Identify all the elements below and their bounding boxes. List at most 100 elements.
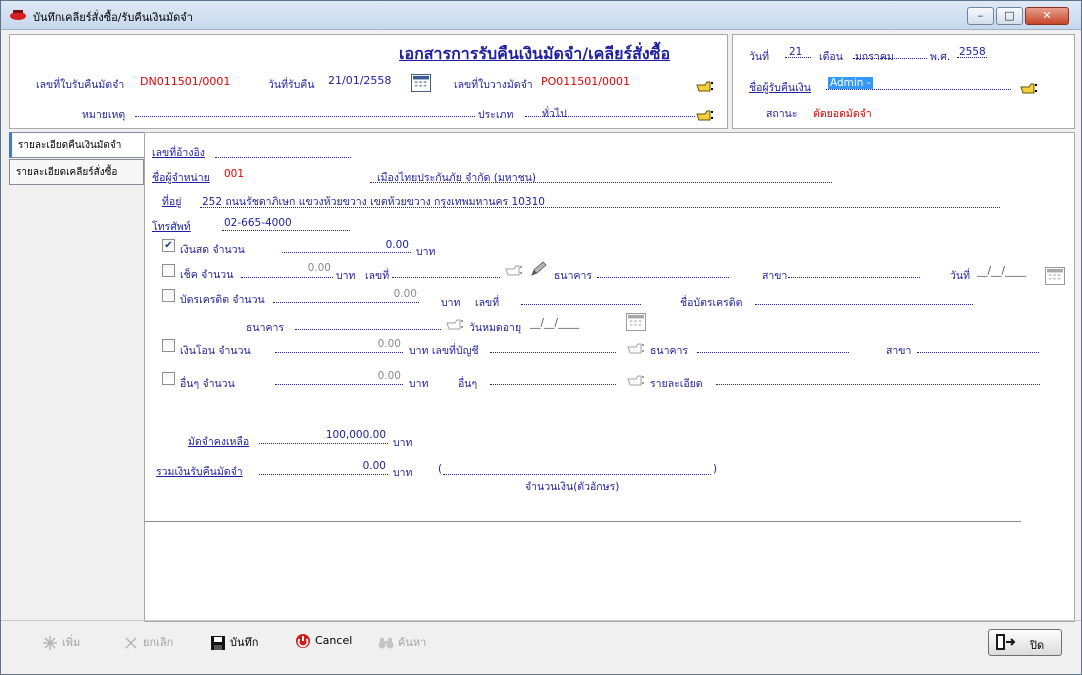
cheque-calendar-icon[interactable]	[1045, 267, 1065, 285]
lookup-cheque-icon[interactable]	[505, 264, 523, 277]
refund-no-label: เลขที่ใบรับคืนมัดจำ	[36, 79, 125, 91]
month-label: เดือน	[819, 51, 843, 63]
day-line	[785, 46, 811, 58]
phone-line	[222, 219, 350, 231]
transfer-branch-field[interactable]	[917, 341, 1039, 353]
cheque-checkbox[interactable]	[162, 264, 175, 277]
reference-no-field[interactable]	[215, 146, 351, 158]
transfer-branch-label: สาขา	[886, 345, 912, 357]
other-amount[interactable]: 0.00	[275, 370, 401, 382]
other-detail-label: รายละเอียด	[650, 378, 703, 390]
title-bar[interactable]: บันทึกเคลียร์สั่งซื้อ/รับคืนเงินมัดจำ – …	[1, 1, 1081, 30]
lookup-other-icon[interactable]	[627, 374, 645, 387]
deposit-no-label: เลขที่ใบวางมัดจำ	[454, 79, 533, 91]
status-value: ตัดยอดมัดจำ	[813, 108, 872, 120]
cash-amount[interactable]: 0.00	[282, 239, 409, 251]
tab-refund-details[interactable]: รายละเอียดคืนเงินมัดจำ	[9, 132, 144, 158]
cheque-bank-field[interactable]	[597, 266, 729, 278]
transfer-checkbox[interactable]	[162, 339, 175, 352]
minimize-button[interactable]: –	[967, 7, 994, 25]
close-window-button[interactable]: ✕	[1025, 7, 1069, 25]
remark-label: หมายเหตุ	[82, 109, 126, 121]
search-button[interactable]: ค้นหา	[378, 633, 426, 655]
cheque-amount[interactable]: 0.00	[241, 262, 331, 274]
card-name-field[interactable]	[755, 293, 973, 305]
other-type-field[interactable]	[490, 373, 616, 385]
vendor-name-line	[370, 171, 832, 183]
exit-door-icon	[996, 634, 1016, 650]
binoculars-icon	[378, 638, 394, 649]
cancel-document-button[interactable]: ยกเลิก	[123, 633, 173, 655]
vendor-code[interactable]: 001	[224, 168, 244, 180]
notes-panel	[144, 522, 1075, 622]
tab-clear-purchase-details[interactable]: รายละเอียดเคลียร์สั่งซื้อ	[9, 159, 144, 185]
credit-card-no-field[interactable]	[521, 293, 641, 305]
cancel-label: Cancel	[315, 634, 353, 647]
credit-bank-field[interactable]	[295, 318, 441, 330]
return-date-value[interactable]: 21/01/2558	[328, 74, 391, 87]
credit-card-label: บัตรเครดิต จำนวน	[180, 294, 265, 306]
transfer-bank-field[interactable]	[697, 341, 849, 353]
refund-no-value: DN011501/0001	[140, 75, 231, 88]
remaining-deposit-value: 100,000.00	[325, 429, 386, 441]
add-button[interactable]: เพิ่ม	[42, 633, 80, 655]
amount-in-words-caption: จำนวนเงิน(ตัวอักษร)	[525, 481, 620, 493]
lookup-credit-bank-icon[interactable]	[446, 318, 464, 331]
cheque-baht-label: บาท	[336, 270, 356, 282]
lookup-type-icon[interactable]	[696, 109, 714, 122]
cheque-bank-label: ธนาคาร	[554, 270, 593, 282]
cheque-branch-field[interactable]	[788, 266, 920, 278]
year-line	[957, 46, 987, 58]
month-line	[853, 47, 927, 59]
add-icon	[43, 636, 57, 650]
credit-bank-label: ธนาคาร	[246, 322, 285, 334]
other-type-label: อื่นๆ	[458, 378, 478, 390]
phone-label: โทรศัพท์	[152, 221, 191, 233]
app-logo-icon	[10, 10, 26, 20]
cash-checkbox[interactable]: ✔	[162, 239, 175, 252]
date-panel: วันที่ 21 เดือน มกราคม พ.ศ. 2558 ชื่อผู้…	[732, 34, 1075, 129]
cancel-document-label: ยกเลิก	[143, 636, 174, 649]
cheque-no-field[interactable]	[392, 266, 500, 278]
expiry-field[interactable]: __/__/____	[530, 317, 579, 329]
save-label: บันทึก	[230, 636, 259, 649]
cheque-date-label: วันที่	[950, 270, 970, 282]
remark-field[interactable]	[135, 105, 475, 117]
total-baht-label: บาท	[393, 467, 413, 479]
save-button[interactable]: บันทึก	[210, 633, 258, 655]
transfer-bank-label: ธนาคาร	[650, 345, 689, 357]
lookup-transfer-icon[interactable]	[627, 342, 645, 355]
words-close-paren: )	[713, 463, 718, 475]
window-title: บันทึกเคลียร์สั่งซื้อ/รับคืนเงินมัดจำ	[33, 11, 193, 24]
header-panel: เอกสารการรับคืนเงินมัดจำ/เคลียร์สั่งซื้อ…	[9, 34, 728, 129]
calendar-icon[interactable]	[411, 74, 431, 92]
lookup-deposit-icon[interactable]	[696, 80, 714, 93]
account-field[interactable]	[490, 341, 616, 353]
search-label: ค้นหา	[398, 636, 427, 649]
credit-card-amount[interactable]: 0.00	[273, 288, 417, 300]
lookup-receiver-icon[interactable]	[1020, 82, 1038, 95]
address-line	[200, 196, 1000, 208]
receiver-line	[826, 78, 1011, 90]
account-label: บาท เลขที่บัญชี	[409, 345, 479, 357]
credit-card-checkbox[interactable]	[162, 289, 175, 302]
cheque-date-field[interactable]: __/__/____	[977, 265, 1026, 277]
other-checkbox[interactable]	[162, 372, 175, 385]
cheque-label: เช็ค จำนวน	[180, 269, 234, 281]
reference-no-label[interactable]: เลขที่อ้างอิง	[152, 144, 205, 161]
close-button[interactable]: ปิด	[988, 629, 1062, 656]
vendor-label[interactable]: ชื่อผู้จำหน่าย	[152, 169, 210, 186]
return-date-label: วันที่รับคืน	[268, 79, 315, 91]
maximize-button[interactable]: □	[996, 7, 1023, 25]
transfer-amount[interactable]: 0.00	[275, 338, 401, 350]
other-detail-field[interactable]	[716, 373, 1040, 385]
cancel-button[interactable]: Cancel	[295, 633, 352, 655]
pencil-icon[interactable]	[529, 260, 549, 278]
main-window: บันทึกเคลียร์สั่งซื้อ/รับคืนเงินมัดจำ – …	[0, 0, 1082, 675]
credit-card-baht-label: บาท	[441, 297, 461, 309]
amount-in-words-field	[443, 463, 711, 475]
type-label: ประเภท	[478, 109, 514, 121]
receiver-label[interactable]: ชื่อผู้รับคืนเงิน	[749, 79, 811, 96]
type-field-line	[525, 105, 695, 117]
expiry-calendar-icon[interactable]	[626, 313, 646, 331]
